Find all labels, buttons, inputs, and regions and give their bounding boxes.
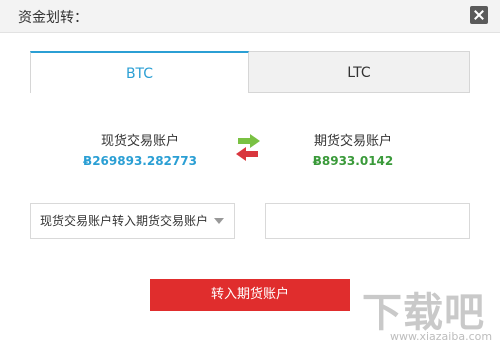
amount-input[interactable]	[265, 203, 470, 239]
watermark-url: www.xiazaiba.com	[390, 330, 493, 343]
target-account-balance: Ƀ8933.0142	[312, 154, 394, 168]
target-account-label: 期货交易账户	[313, 134, 392, 149]
close-icon[interactable]	[470, 6, 488, 24]
swap-arrows-icon[interactable]	[234, 133, 262, 163]
transfer-direction-value: 现货交易账户转入期货交易账户	[40, 214, 209, 228]
source-account-label: 现货交易账户	[100, 134, 179, 149]
tab-divider	[30, 92, 470, 93]
source-account-balance: Ƀ269893.282773	[83, 154, 197, 168]
transfer-direction-select[interactable]: 现货交易账户转入期货交易账户	[30, 203, 235, 239]
transfer-dialog: 资金划转： BTC LTC 现货交易账户 Ƀ269893.282773 期货交易…	[0, 0, 500, 351]
red-left-arrow-icon	[236, 147, 258, 161]
dialog-title: 资金划转：	[18, 10, 88, 26]
watermark-logo: 下载吧 www.xiazaiba.com	[362, 280, 496, 348]
currency-tabs: BTC LTC	[30, 51, 470, 93]
dialog-titlebar: 资金划转：	[0, 0, 500, 33]
transfer-submit-button[interactable]: 转入期货账户	[150, 279, 350, 311]
tab-ltc[interactable]: LTC	[249, 51, 470, 93]
source-account: 现货交易账户 Ƀ269893.282773	[70, 130, 210, 168]
green-right-arrow-icon	[238, 134, 260, 148]
chevron-down-icon	[214, 218, 224, 224]
target-account: 期货交易账户 Ƀ8933.0142	[283, 130, 423, 168]
tab-btc[interactable]: BTC	[30, 51, 249, 93]
